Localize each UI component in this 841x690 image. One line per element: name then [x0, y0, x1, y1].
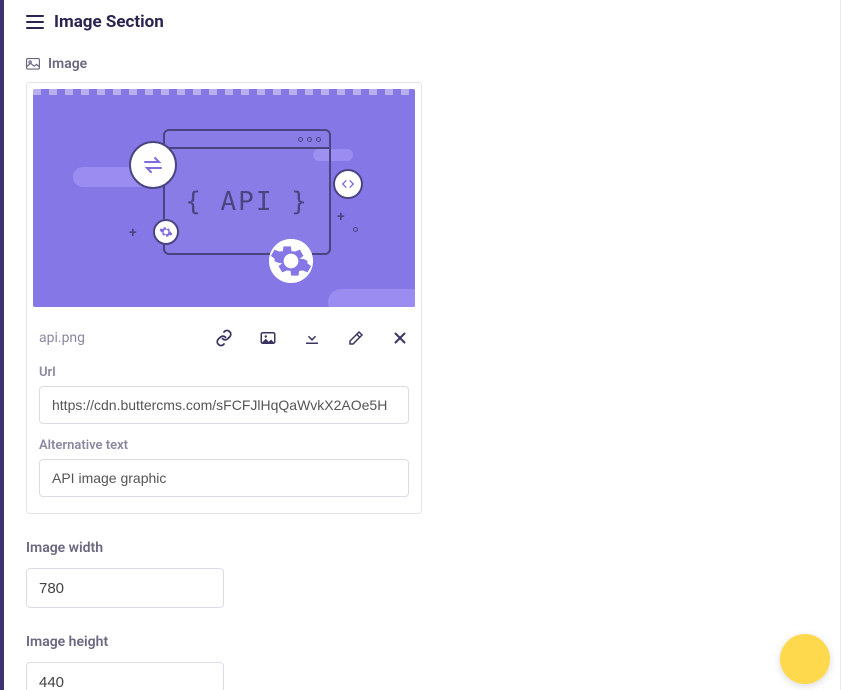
chat-fab-button[interactable]: [780, 634, 830, 684]
image-preview[interactable]: { API } + +: [33, 89, 415, 307]
preview-api-text: { API }: [165, 187, 329, 217]
image-width-input[interactable]: [26, 568, 224, 608]
image-filename: api.png: [39, 330, 85, 346]
image-field-label-text: Image: [48, 56, 87, 72]
drag-handle-icon[interactable]: [26, 15, 44, 29]
gear-large-icon: [269, 239, 313, 283]
alt-input[interactable]: [39, 459, 409, 497]
close-icon[interactable]: [391, 329, 409, 347]
image-field-label: Image: [26, 56, 816, 72]
alt-label: Alternative text: [39, 438, 415, 453]
url-label: Url: [39, 365, 415, 380]
image-icon: [26, 58, 40, 70]
download-icon[interactable]: [303, 329, 321, 347]
dot-decor-icon: [353, 227, 358, 232]
gear-icon: [153, 219, 179, 245]
image-height-label: Image height: [26, 634, 816, 650]
link-icon[interactable]: [215, 329, 233, 347]
swap-icon: [129, 141, 177, 189]
plus-decor-icon: +: [129, 225, 137, 241]
panel-title: Image Section: [54, 12, 164, 32]
image-replace-icon[interactable]: [259, 329, 277, 347]
panel-header: Image Section: [26, 12, 816, 32]
image-width-label: Image width: [26, 540, 816, 556]
plus-decor-icon: +: [337, 209, 345, 225]
image-height-input[interactable]: [26, 662, 224, 690]
code-icon: [333, 169, 363, 199]
image-card: { API } + + api.png: [26, 82, 422, 514]
edit-icon[interactable]: [347, 329, 365, 347]
image-actions: [215, 329, 409, 347]
url-input[interactable]: [39, 386, 409, 424]
